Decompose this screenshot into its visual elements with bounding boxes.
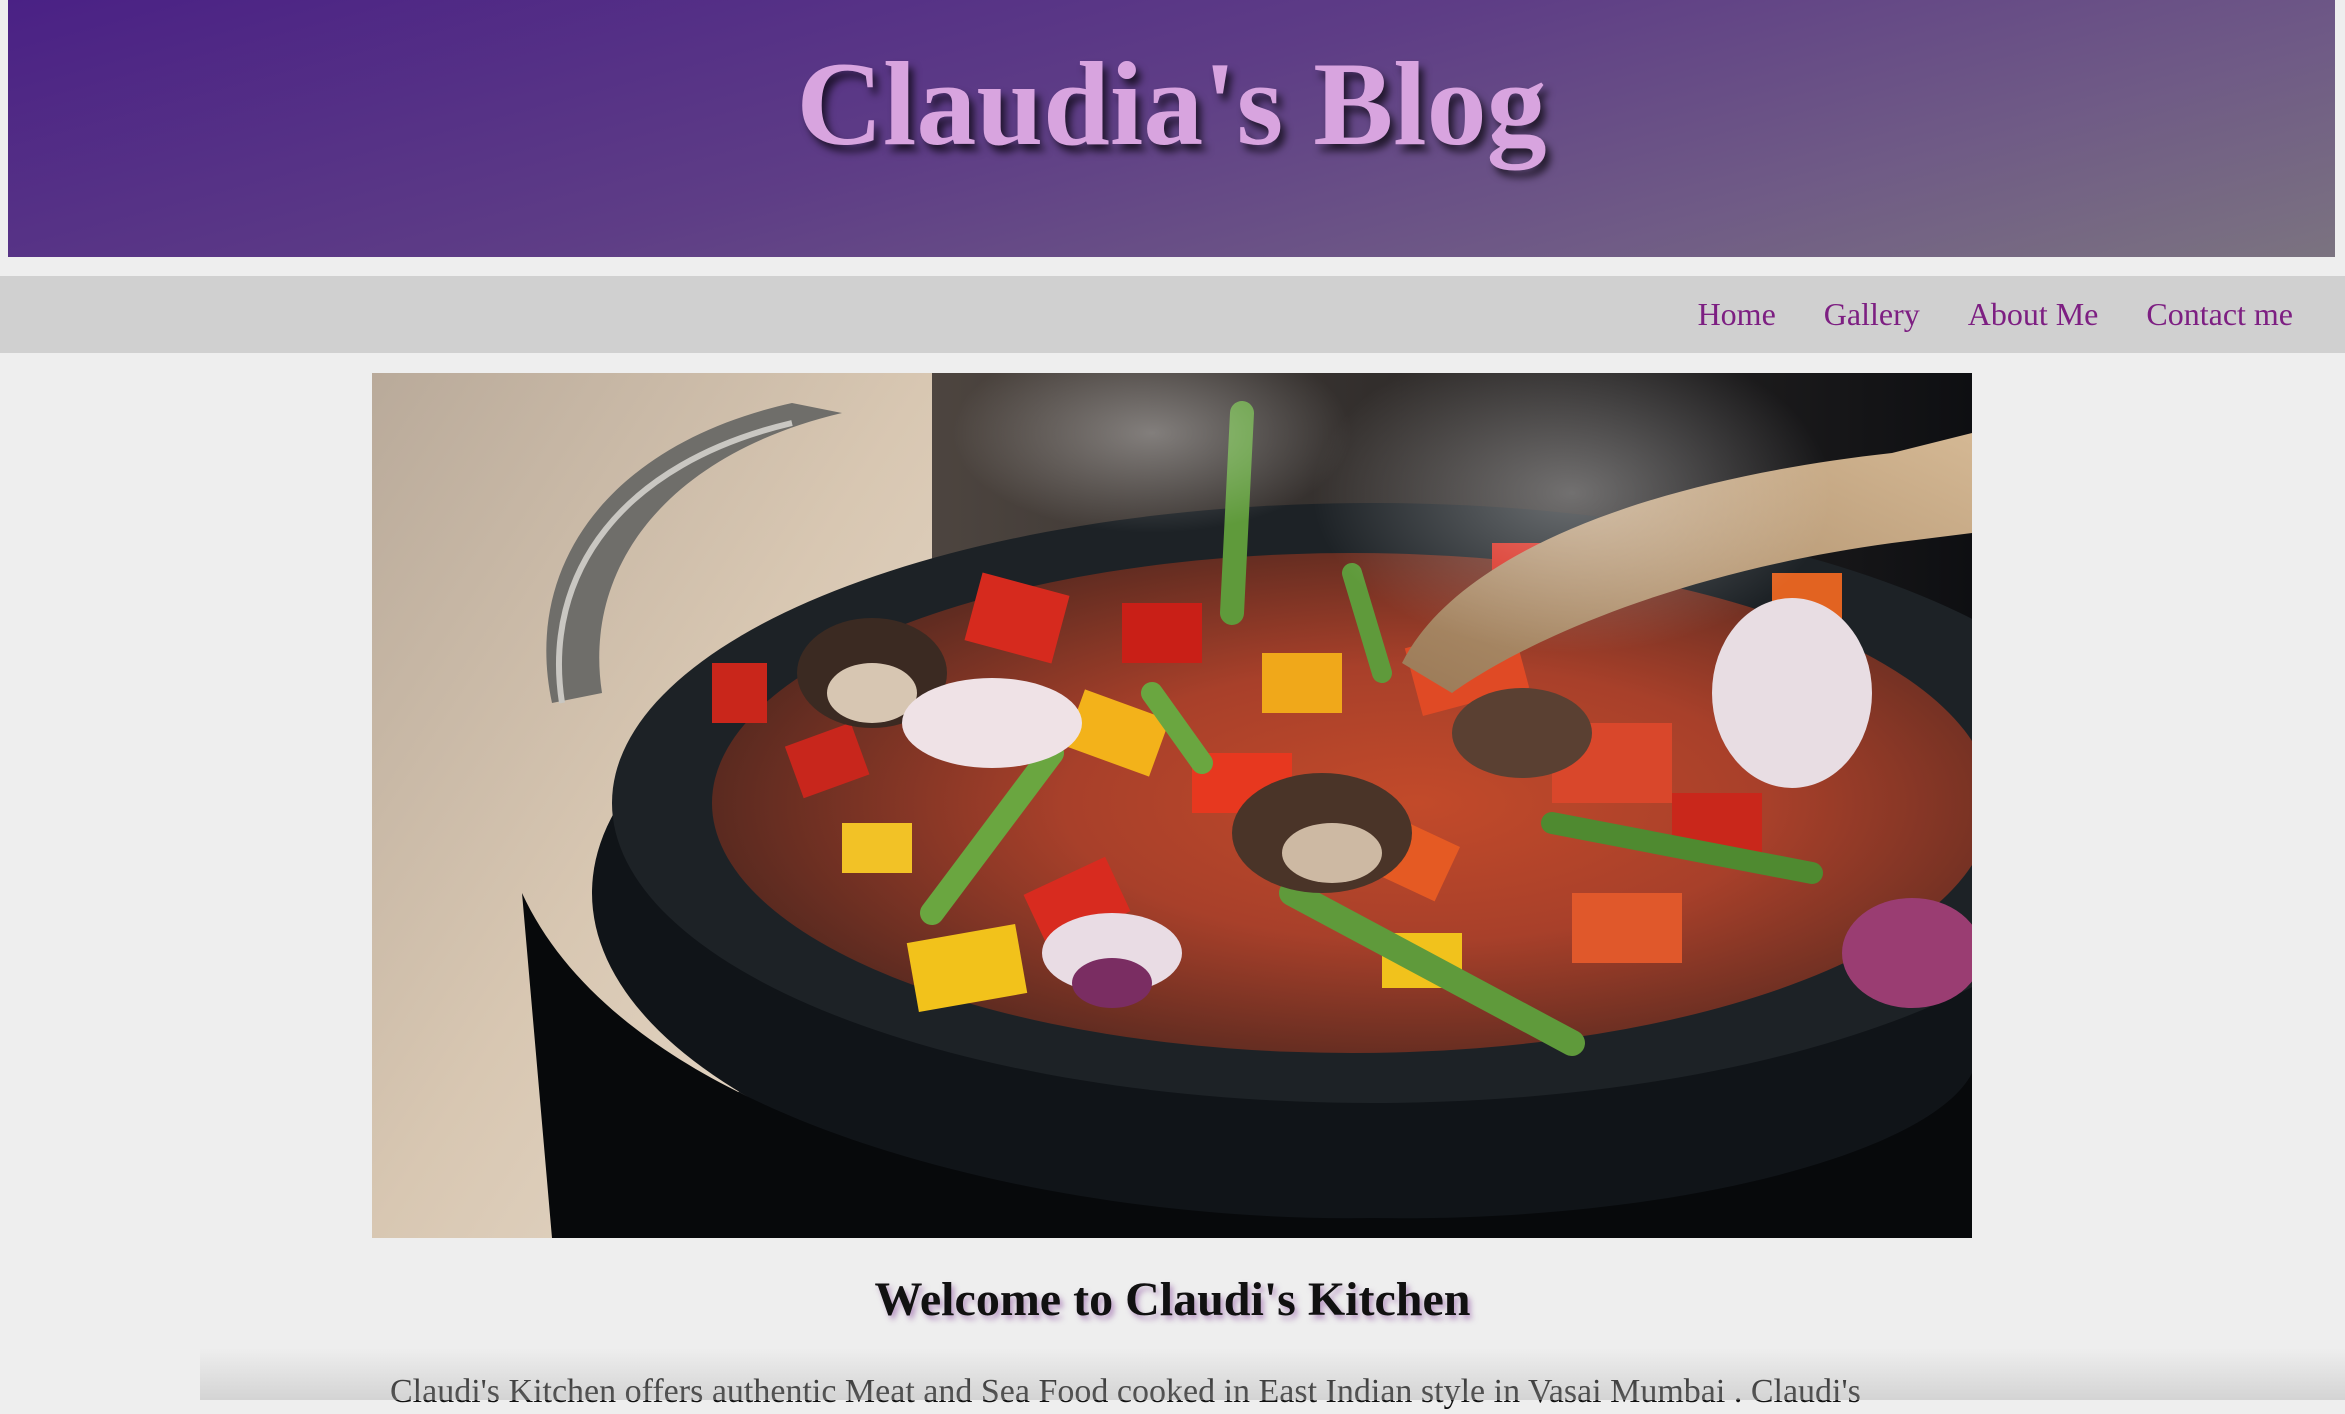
site-header: Claudia's Blog (8, 0, 2335, 257)
main-navigation: Home Gallery About Me Contact me (0, 276, 2345, 353)
nav-list: Home Gallery About Me Contact me (1650, 276, 2293, 353)
nav-link-home[interactable]: Home (1698, 296, 1776, 333)
nav-link-contact-me[interactable]: Contact me (2146, 296, 2293, 333)
nav-link-about-me[interactable]: About Me (1968, 296, 2099, 333)
header-wrapper: Claudia's Blog (0, 0, 2345, 276)
welcome-heading: Welcome to Claudi's Kitchen (874, 1273, 1471, 1326)
wok-vegetables-illustration (372, 373, 1972, 1238)
hero-image (372, 373, 1972, 1238)
nav-link-gallery[interactable]: Gallery (1824, 296, 1920, 333)
site-title: Claudia's Blog (796, 37, 1547, 170)
intro-paragraph: Claudi's Kitchen offers authentic Meat a… (390, 1373, 1861, 1410)
